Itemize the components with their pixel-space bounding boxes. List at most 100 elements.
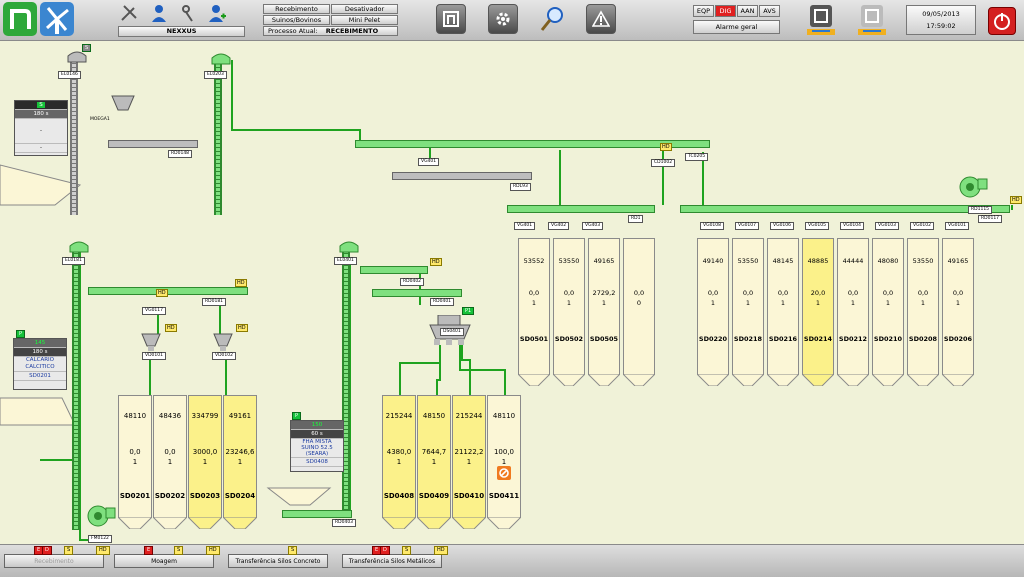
silo-id: SD0206 <box>943 335 973 343</box>
silo-status: 1 <box>237 458 243 466</box>
silo-cone <box>623 374 655 386</box>
valve-tag[interactable]: VG0102 <box>910 222 935 230</box>
conveyor-rdl93[interactable] <box>392 172 532 180</box>
silo[interactable]: 334799 3000,0 1 SD0203 <box>188 395 222 529</box>
blocked-icon[interactable] <box>497 466 511 482</box>
silo-level: 48436 <box>158 412 182 420</box>
valve-tag[interactable]: VG401 <box>514 222 536 230</box>
silo-flow: 23246,6 <box>225 448 255 456</box>
valve-tag[interactable]: VG402 <box>548 222 570 230</box>
elevator-head-icon <box>210 52 232 68</box>
conveyor-silo-top[interactable] <box>507 205 655 213</box>
valve-tag[interactable]: VG0101 <box>945 222 970 230</box>
tag-rd0403: RD0403 <box>332 519 357 527</box>
valve-tag[interactable]: VG0104 <box>840 222 865 230</box>
silo-flow: 0,0 <box>742 289 754 297</box>
valve-row-a: VG401 VG402 VG403 <box>514 218 624 230</box>
valve-tag[interactable]: VG0103 <box>875 222 900 230</box>
silo-cone <box>872 374 904 386</box>
silo[interactable]: 49140 0,0 1 SD0220 <box>697 238 729 386</box>
silo[interactable]: 48110 0,0 1 SD0201 <box>118 395 152 529</box>
silo-cone <box>837 374 869 386</box>
nav-button-2[interactable]: Transferência Silos Concreto <box>228 554 328 568</box>
silo[interactable]: 49161 23246,6 1 SD0204 <box>223 395 257 529</box>
moega-hopper <box>111 95 135 111</box>
conveyor-rd0181[interactable] <box>88 287 248 295</box>
elevator-head-icon <box>66 50 88 66</box>
silo[interactable]: 49165 2729,2 1 SD0505 <box>588 238 620 386</box>
tag-el0146: EL0146 <box>58 71 81 79</box>
tag-cd1002: CD1002 <box>651 159 676 167</box>
silo-level: 53550 <box>737 257 759 265</box>
silo[interactable]: 48110 100,0 1 SD0411 <box>487 395 521 529</box>
tag-ds0401: DS0401 <box>440 328 464 336</box>
valve-icon[interactable] <box>212 332 234 354</box>
silo-id: SD0220 <box>698 335 728 343</box>
status-flag: HD <box>96 546 110 555</box>
silo-level: 53552 <box>523 257 545 265</box>
status-flag: S <box>402 546 412 555</box>
silo-id: SD0203 <box>189 492 221 500</box>
silo[interactable]: 53550 0,0 1 SD0218 <box>732 238 764 386</box>
silo[interactable]: 48436 0,0 1 SD0202 <box>153 395 187 529</box>
silo-level: 215244 <box>385 412 413 420</box>
silo[interactable]: 53550 0,0 1 SD0502 <box>553 238 585 386</box>
valve-icon[interactable] <box>140 332 162 354</box>
silo[interactable]: 53550 0,0 1 SD0208 <box>907 238 939 386</box>
conveyor-rd0148[interactable] <box>108 140 198 148</box>
panel-low-badge: P <box>292 412 302 420</box>
panel-time: 60 s <box>291 430 343 439</box>
panel-time: 180 s <box>15 110 67 119</box>
elevator-head-icon <box>338 240 360 256</box>
fha-panel[interactable]: 150 60 s FHA MISTA SUINO 52.5 (SEARA) SD… <box>290 420 344 472</box>
conveyor-rd0403[interactable] <box>282 510 352 518</box>
silo-status: 1 <box>501 458 507 466</box>
silo-level: 53550 <box>912 257 934 265</box>
elevator-el0181[interactable] <box>72 250 80 530</box>
silo[interactable]: 44444 0,0 1 SD0212 <box>837 238 869 386</box>
conveyor-rd0401[interactable] <box>372 289 462 297</box>
conveyor-rd0402[interactable] <box>360 266 428 274</box>
silo[interactable]: 48150 7644,7 1 SD0409 <box>417 395 451 529</box>
tag-rdl93: RDL93 <box>510 183 531 191</box>
silo[interactable]: 53552 0,0 1 SD0501 <box>518 238 550 386</box>
silo[interactable]: 49165 0,0 1 SD0206 <box>942 238 974 386</box>
fan-motor-icon[interactable] <box>958 175 988 201</box>
silo-cone <box>223 517 257 529</box>
moega-panel[interactable]: S 180 s - - <box>14 100 68 156</box>
silo[interactable]: 48885 20,0 1 SD0214 <box>802 238 834 386</box>
elevator-el0146[interactable] <box>70 60 78 215</box>
nav-button-3[interactable]: Transferência Silos Metálicos <box>342 554 442 568</box>
nav-button-0[interactable]: Recebimento <box>4 554 104 568</box>
silo[interactable]: 48080 0,0 1 SD0210 <box>872 238 904 386</box>
hopper-top <box>0 164 82 206</box>
conveyor-main-top[interactable] <box>355 140 710 148</box>
silo-id: SD0409 <box>418 492 450 500</box>
nav-button-1[interactable]: Moagem <box>114 554 214 568</box>
tag-rd0401: RD0401 <box>430 298 455 306</box>
valve-tag[interactable]: VG0105 <box>805 222 830 230</box>
calcario-panel[interactable]: 145 180 s CALCARIO CALCITICO SD0201 <box>13 338 67 390</box>
status-flag: S <box>64 546 74 555</box>
silo[interactable]: 215244 4380,0 1 SD0408 <box>382 395 416 529</box>
silo-cone <box>697 374 729 386</box>
valve-tag[interactable]: VG403 <box>582 222 604 230</box>
silo[interactable]: 0,0 0 <box>623 238 655 386</box>
valve-tag[interactable]: VG0106 <box>770 222 795 230</box>
silo[interactable]: 215244 21122,2 1 SD0410 <box>452 395 486 529</box>
elevator-el0203[interactable] <box>214 60 222 215</box>
hd-badge: HD <box>660 143 672 151</box>
panel-silo: SD0408 <box>291 458 343 467</box>
panel-time: 180 s <box>14 348 66 357</box>
silo[interactable]: 48145 0,0 1 SD0216 <box>767 238 799 386</box>
s-badge: S <box>82 44 92 52</box>
panel-name2: CALCITICO <box>14 364 66 372</box>
silo-flow: 0,0 <box>707 289 719 297</box>
conveyor-silo-right[interactable] <box>680 205 1010 213</box>
silo-id: SD0501 <box>519 335 549 343</box>
fan-motor-icon[interactable] <box>86 504 116 530</box>
silo-id: SD0216 <box>768 335 798 343</box>
valve-tag[interactable]: VG0108 <box>700 222 725 230</box>
silo-status: 1 <box>815 299 821 307</box>
valve-tag[interactable]: VG0107 <box>735 222 760 230</box>
